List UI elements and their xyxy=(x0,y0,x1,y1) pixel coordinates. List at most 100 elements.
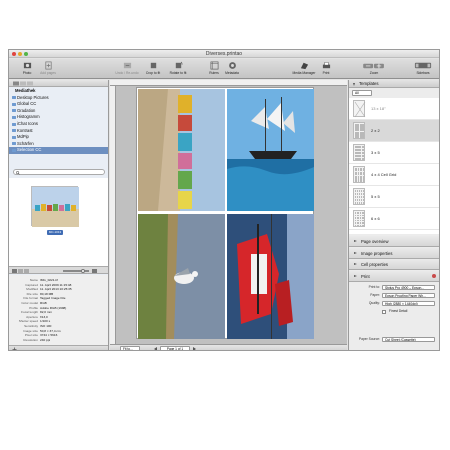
template-item[interactable]: 6 x 6 xyxy=(349,208,439,230)
metadata-value: 240 ppi xyxy=(40,337,51,342)
disclosure-down-icon xyxy=(353,83,355,86)
media-manager-button[interactable]: Media Manager xyxy=(291,61,317,77)
rulers-button[interactable]: Rulers xyxy=(207,61,221,77)
next-page-icon[interactable] xyxy=(192,346,196,351)
large-size-icon xyxy=(92,268,97,273)
view-mode-icon[interactable] xyxy=(12,268,30,273)
template-item[interactable]: 3 x 5 xyxy=(349,142,439,164)
accordion-section[interactable]: Print xyxy=(349,270,439,282)
view-toggle-icon[interactable] xyxy=(13,81,35,86)
library-root-label: Mediathek xyxy=(15,88,36,93)
previous-page-icon[interactable] xyxy=(154,346,158,351)
rotate-to-fit-button[interactable]: Rotate to fit xyxy=(167,61,189,77)
template-name: 5 x 5 xyxy=(371,194,380,199)
undo-button[interactable]: Undo / Re-undo xyxy=(115,61,139,77)
folder-icon xyxy=(12,115,16,119)
template-name: 2 x 2 xyxy=(371,128,380,133)
search-input[interactable] xyxy=(13,169,105,175)
print-setting-select[interactable]: Stylus Pro 4900 – Epson... xyxy=(382,284,435,291)
layout-page[interactable] xyxy=(136,87,314,339)
undo-label: Undo / Re-undo xyxy=(115,71,139,75)
photo-cell-red-boats[interactable] xyxy=(227,214,314,339)
print-setting-row: Paper: Epson Proofing Paper Wh... xyxy=(349,292,439,299)
add-icon[interactable] xyxy=(12,347,17,351)
library-item[interactable]: MdPip xyxy=(9,134,108,141)
template-item[interactable]: 13 x 18" xyxy=(349,98,439,120)
library-item[interactable]: Global CC xyxy=(9,101,108,108)
print-button[interactable]: Print xyxy=(320,61,332,77)
disclosure-right-icon xyxy=(354,251,357,254)
library-item[interactable]: Histogramm xyxy=(9,114,108,121)
size-slider-track[interactable] xyxy=(63,270,89,272)
print-setting-label: Quality: xyxy=(368,301,380,305)
paper-source-row: Paper Source: Cut Sheet (Cassette) xyxy=(349,336,439,343)
library-item[interactable]: iChat Icons xyxy=(9,121,108,128)
folder-icon xyxy=(12,142,16,146)
canvas-area: Fit to... Page 1 of 1 xyxy=(110,80,347,351)
print-setting-select[interactable]: High (2880 × 1440dpi) xyxy=(382,300,435,307)
photo-cell-beach-huts[interactable] xyxy=(138,89,225,211)
add-pages-button[interactable]: Add pages xyxy=(39,61,57,77)
media-manager-label: Media Manager xyxy=(292,71,316,75)
zoom-icon xyxy=(363,63,384,69)
left-sidebar-footer xyxy=(9,345,108,351)
photo-icon xyxy=(23,62,31,69)
paper-source-label: Paper Source: xyxy=(358,337,380,341)
library-item-label: Kontrast xyxy=(17,127,33,133)
print-setting-select[interactable]: Epson Proofing Paper Wh... xyxy=(382,292,435,299)
templates-title: Templates xyxy=(359,81,379,86)
template-filter-select[interactable]: All xyxy=(352,90,372,96)
photo-cell-seagull[interactable] xyxy=(138,214,225,339)
metadata-key: Resolution xyxy=(23,337,38,342)
folder-icon xyxy=(12,102,16,106)
print-setting-label: Print to: xyxy=(368,285,380,289)
title-bar: Diverses.printao xyxy=(9,50,439,58)
metadata-row: Resolution 240 ppi xyxy=(9,338,108,343)
library-item[interactable]: Gradation xyxy=(9,108,108,115)
print-setting-row: Quality: High (2880 × 1440dpi) xyxy=(349,300,439,307)
library-item[interactable]: Kontrast xyxy=(9,128,108,135)
accordion-section[interactable]: Image properties xyxy=(349,247,439,259)
accordion-section[interactable]: Page overview xyxy=(349,236,439,247)
template-item[interactable]: 4 x 4 Cell Grid xyxy=(349,164,439,186)
left-sidebar: Mediathek Desktop Pictures Global CC Grada… xyxy=(9,80,109,351)
zoom-control[interactable]: Zoom xyxy=(361,61,387,77)
accordion-label: Print xyxy=(361,273,370,279)
page-indicator: Page 1 of 1 xyxy=(160,346,190,350)
size-slider-knob[interactable] xyxy=(81,268,85,273)
paper-source-select[interactable]: Cut Sheet (Cassette) xyxy=(382,336,435,343)
template-item[interactable]: 5 x 5 xyxy=(349,186,439,208)
metadata-button[interactable]: Metadata xyxy=(223,61,241,77)
image-thumbnail[interactable] xyxy=(31,186,79,227)
library-item[interactable]: Desktop Pictures xyxy=(9,95,108,102)
fit-to-select[interactable]: Fit to... xyxy=(120,346,140,350)
finest-detail-checkbox[interactable] xyxy=(382,309,386,314)
window-title: Diverses.printao xyxy=(205,51,243,57)
accordion-label: Cell properties xyxy=(361,262,388,267)
library-item[interactable]: Schärfen xyxy=(9,141,108,148)
templates-header[interactable]: Templates xyxy=(349,80,439,88)
photo-cell-sailing-ship[interactable] xyxy=(227,89,314,211)
template-name: 6 x 6 xyxy=(371,216,380,221)
library-item[interactable]: Selection CC xyxy=(9,147,108,154)
undo-icon xyxy=(123,62,131,69)
sailing-ship-photo xyxy=(227,89,314,211)
template-item[interactable]: 2 x 2 xyxy=(349,120,439,142)
photo-button[interactable]: Photo xyxy=(19,61,35,77)
rotate-label: Rotate to fit xyxy=(169,71,187,75)
accordion-section[interactable]: Cell properties xyxy=(349,259,439,270)
folder-icon xyxy=(12,135,16,139)
ruler-icon xyxy=(210,61,218,70)
template-name: 4 x 4 Cell Grid xyxy=(371,172,397,177)
template-list: 13 x 18" 2 x 2 3 x 5 4 x 4 Cell Grid 5 x 5 6 … xyxy=(349,98,439,234)
zoom-label: Zoom xyxy=(369,71,379,75)
vertical-ruler xyxy=(110,86,116,344)
toolbar: Photo Add pages Undo / Re-undo Crop to f… xyxy=(9,59,439,79)
library-root[interactable]: Mediathek xyxy=(9,88,108,95)
app-window: Diverses.printao Photo Add pages Undo / … xyxy=(8,49,440,351)
library-tree: Mediathek Desktop Pictures Global CC Grada… xyxy=(9,88,108,154)
folder-icon xyxy=(12,122,16,126)
sidebars-button[interactable]: Sidebars xyxy=(413,61,433,77)
crop-icon xyxy=(150,62,156,69)
crop-to-fit-button[interactable]: Crop to fit xyxy=(143,61,163,77)
